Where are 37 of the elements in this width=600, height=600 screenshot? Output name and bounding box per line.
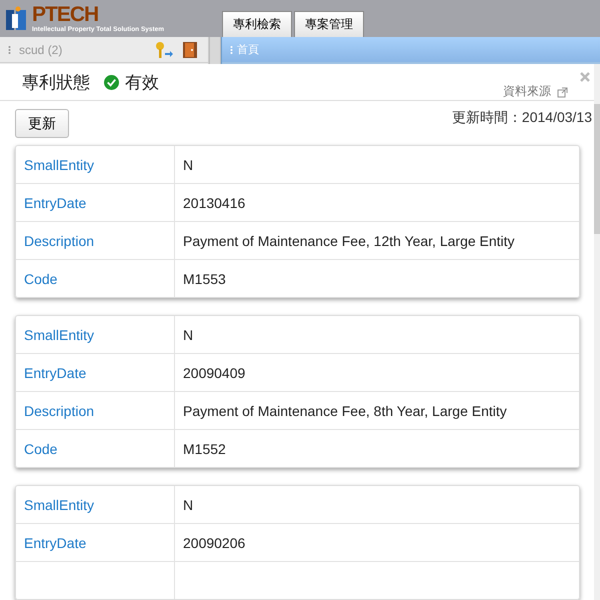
field-value: N [182,496,194,514]
nav-tab[interactable]: 專利檢索 [222,11,292,37]
status-text: 有效 [125,72,159,94]
field-value: 20090206 [182,534,246,552]
field-value: N [182,156,194,174]
user-name: scud (2) [19,42,64,56]
source-link[interactable]: 資料來源 [503,83,551,100]
field-value: M1552 [182,440,226,458]
field-label: Code [16,430,175,467]
field-value: 20090409 [182,364,246,382]
splitter-handle[interactable] [209,37,221,64]
field-value: Payment of Maintenance Fee, 8th Year, Large Entity [182,402,507,421]
grip-icon [230,46,233,54]
scrollbar[interactable] [594,64,600,600]
field-value: 20130416 [182,194,246,212]
field-label: EntryDate [16,184,175,221]
grip-icon [8,46,11,54]
field-value: M1553 [182,270,226,288]
field-label: EntryDate [16,354,175,391]
door-icon[interactable] [182,40,198,58]
field-label: SmallEntity [16,146,175,183]
field-label: EntryDate [16,524,175,561]
key-icon[interactable] [154,40,174,58]
field-label: Description [16,392,175,429]
field-label: SmallEntity [16,316,175,353]
refresh-button[interactable]: 更新 [15,109,69,138]
close-icon[interactable] [580,72,590,82]
field-label: SmallEntity [16,486,175,523]
field-value: Payment of Maintenance Fee, 12th Year, Large Entity [182,232,515,251]
field-value: N [182,326,194,344]
nav-tab[interactable]: 專案管理 [294,11,364,37]
dialog-title: 專利狀態 [22,72,90,94]
updated-time: 更新時間：2014/03/13 [452,109,592,127]
external-link-icon[interactable] [557,87,568,98]
field-label: Description [16,222,175,259]
logo-text: PTECH [32,4,100,25]
field-label: Code [16,260,175,297]
